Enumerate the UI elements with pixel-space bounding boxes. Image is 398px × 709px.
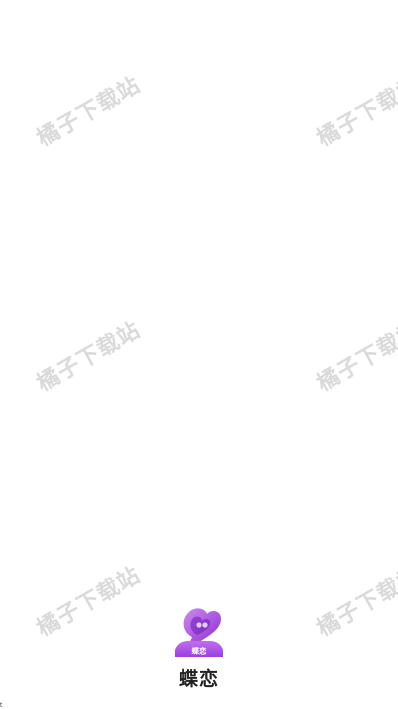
app-name-label: 蝶恋	[178, 668, 219, 690]
watermark-text: 橘子下载站	[313, 562, 398, 642]
splash-screen: 橘子下载站 橘子下载站 橘子下载站 橘子下载站 橘子下载站 橘子下载站 蝶恋 蝶…	[0, 0, 398, 709]
logo-caption: 蝶恋	[192, 646, 207, 656]
app-logo-icon: 蝶恋	[175, 608, 223, 657]
logo-dot	[196, 622, 202, 628]
corner-mark: t	[0, 702, 3, 709]
watermark-text: 橘子下载站	[33, 317, 146, 397]
watermark-text: 橘子下载站	[313, 72, 398, 152]
watermark-text: 橘子下载站	[33, 72, 146, 152]
watermark-text: 橘子下载站	[33, 562, 146, 642]
logo-dot	[202, 622, 208, 628]
watermark-text: 橘子下载站	[313, 317, 398, 397]
